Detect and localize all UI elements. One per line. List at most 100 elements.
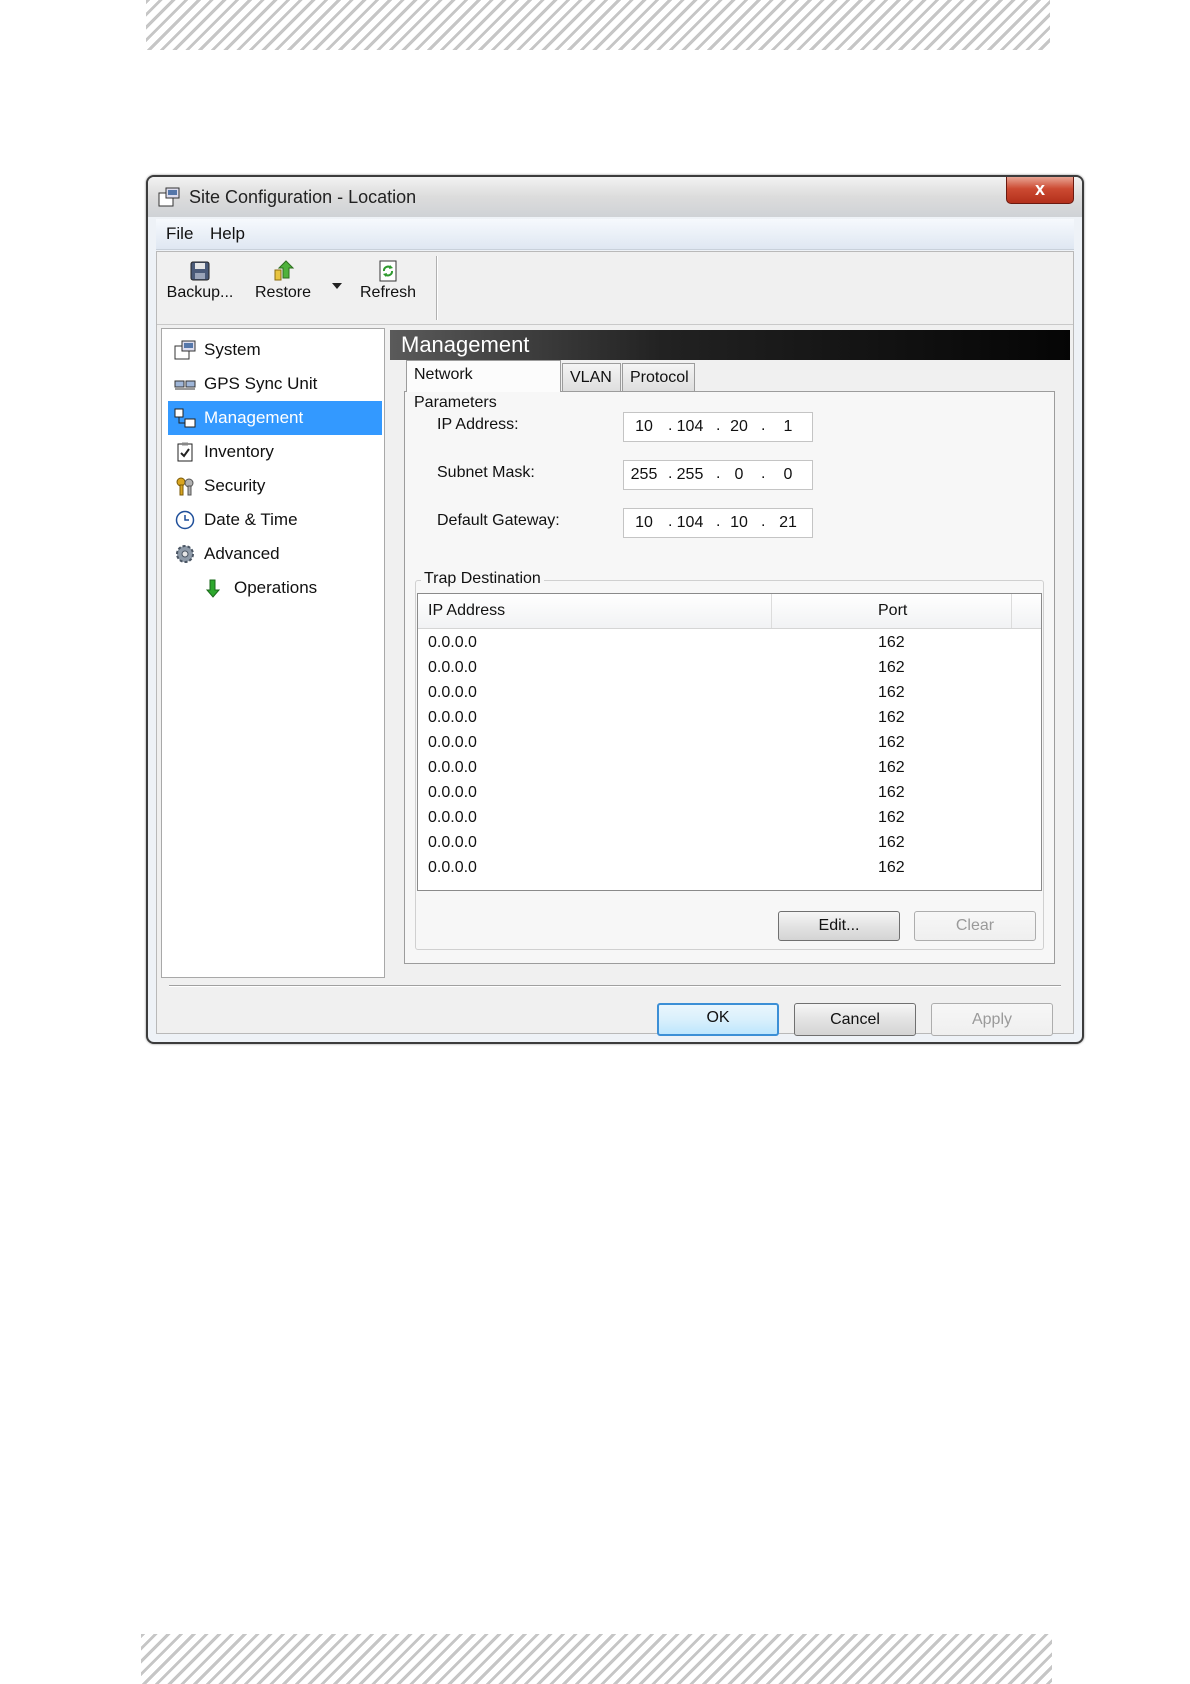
table-row[interactable]: 0.0.0.0 162	[418, 682, 1018, 707]
menu-file[interactable]: File	[166, 224, 193, 244]
trap-destination-table[interactable]: IP Address Port 0.0.0.0 162 0.0.0.0 162 0.…	[417, 593, 1042, 891]
table-row[interactable]: 0.0.0.0 162	[418, 732, 1018, 757]
toolbar-divider	[157, 324, 1073, 325]
page-header-hatch	[146, 0, 1050, 50]
backup-label: Backup...	[166, 284, 234, 301]
column-divider	[1011, 594, 1012, 628]
nav-label: Management	[204, 408, 304, 427]
edit-button[interactable]: Edit...	[778, 911, 900, 941]
ip-octet: 20	[730, 418, 748, 435]
column-header-ip-address[interactable]: IP Address	[428, 602, 505, 620]
table-row[interactable]: 0.0.0.0 162	[418, 632, 1018, 657]
nav-item-security[interactable]: Security	[168, 469, 382, 503]
menu-help[interactable]: Help	[210, 224, 245, 244]
subnet-octet: 0	[734, 466, 744, 483]
table-row[interactable]: 0.0.0.0 162	[418, 832, 1018, 857]
toolbar-separator	[436, 256, 438, 320]
cell-ip: 0.0.0.0	[428, 809, 477, 826]
site-config-icon	[158, 187, 180, 207]
refresh-button[interactable]: Refresh	[353, 260, 423, 302]
cancel-button[interactable]: Cancel	[794, 1003, 916, 1036]
clear-button[interactable]: Clear	[914, 911, 1036, 941]
cell-port: 162	[878, 759, 905, 776]
cell-ip: 0.0.0.0	[428, 759, 477, 776]
subnet-octet: 0	[783, 466, 793, 483]
table-row[interactable]: 0.0.0.0 162	[418, 757, 1018, 782]
close-button[interactable]: x	[1006, 177, 1074, 204]
nav-label: GPS Sync Unit	[204, 374, 318, 393]
cell-ip: 0.0.0.0	[428, 684, 477, 701]
cell-ip: 0.0.0.0	[428, 784, 477, 801]
table-row[interactable]: 0.0.0.0 162	[418, 657, 1018, 682]
floppy-disk-icon	[190, 261, 210, 281]
clock-icon	[175, 510, 195, 530]
gateway-octet: 21	[779, 514, 797, 531]
management-icon	[174, 408, 196, 428]
inventory-icon	[177, 442, 193, 462]
tab-protocol[interactable]: Protocol	[622, 363, 695, 391]
gateway-octet: 10	[635, 514, 653, 531]
tab-vlan[interactable]: VLAN	[562, 363, 621, 391]
menu-bar: File Help	[156, 219, 1074, 250]
table-row[interactable]: 0.0.0.0 162	[418, 857, 1018, 882]
cell-port: 162	[878, 634, 905, 651]
subnet-octet: 255	[630, 466, 658, 483]
dialog-separator	[169, 985, 1061, 987]
column-header-port[interactable]: Port	[878, 602, 907, 620]
page-footer-hatch	[141, 1634, 1052, 1684]
nav-item-management[interactable]: Management	[168, 401, 382, 435]
ok-button[interactable]: OK	[657, 1003, 779, 1036]
cell-port: 162	[878, 684, 905, 701]
gateway-octet: 104	[676, 514, 704, 531]
table-header: IP Address Port	[418, 594, 1041, 629]
cell-port: 162	[878, 709, 905, 726]
cell-ip: 0.0.0.0	[428, 709, 477, 726]
nav-item-inventory[interactable]: Inventory	[168, 435, 382, 469]
cell-port: 162	[878, 834, 905, 851]
cell-port: 162	[878, 809, 905, 826]
navigation-tree: System GPS Sync Unit Management Inventor…	[161, 328, 385, 978]
table-row[interactable]: 0.0.0.0 162	[418, 807, 1018, 832]
ip-address-field[interactable]: 10 . 104 . 20 . 1	[623, 412, 813, 442]
default-gateway-label: Default Gateway:	[437, 512, 560, 529]
toolbar: Backup... Restore Refresh	[157, 252, 1073, 324]
window-title: Site Configuration - Location	[189, 187, 417, 207]
cell-port: 162	[878, 734, 905, 751]
nav-label: Advanced	[204, 544, 280, 563]
subnet-octet: 255	[676, 466, 704, 483]
nav-label: Operations	[234, 578, 318, 597]
table-row[interactable]: 0.0.0.0 162	[418, 782, 1018, 807]
cell-ip: 0.0.0.0	[428, 859, 477, 876]
cell-port: 162	[878, 859, 905, 876]
restore-dropdown-icon[interactable]	[331, 282, 343, 290]
nav-label: Inventory	[204, 442, 274, 461]
table-row[interactable]: 0.0.0.0 162	[418, 707, 1018, 732]
subnet-mask-label: Subnet Mask:	[437, 464, 535, 481]
nav-item-date-time[interactable]: Date & Time	[168, 503, 382, 537]
cell-port: 162	[878, 659, 905, 676]
client-area: Backup... Restore Refresh System GPS Syn…	[156, 251, 1074, 1036]
nav-label: Date & Time	[204, 510, 298, 529]
cell-ip: 0.0.0.0	[428, 659, 477, 676]
cell-port: 162	[878, 784, 905, 801]
restore-label: Restore	[254, 284, 312, 301]
restore-button[interactable]: Restore	[251, 260, 315, 302]
nav-item-operations[interactable]: Operations	[168, 571, 382, 605]
system-icon	[174, 340, 196, 360]
title-bar[interactable]: Site Configuration - Location x	[148, 177, 1082, 217]
ip-address-label: IP Address:	[437, 416, 519, 433]
apply-button[interactable]: Apply	[931, 1003, 1053, 1036]
column-divider	[771, 594, 772, 628]
nav-item-system[interactable]: System	[168, 333, 382, 367]
tab-network-parameters[interactable]: Network Parameters	[406, 360, 561, 411]
nav-item-advanced[interactable]: Advanced	[168, 537, 382, 571]
octet-dot: .	[761, 417, 766, 434]
subnet-mask-field[interactable]: 255 . 255 . 0 . 0	[623, 460, 813, 490]
restore-icon	[274, 260, 295, 281]
security-icon	[176, 477, 194, 496]
nav-item-gps-sync-unit[interactable]: GPS Sync Unit	[168, 367, 382, 401]
nav-label: System	[204, 340, 261, 359]
backup-button[interactable]: Backup...	[165, 260, 235, 302]
cell-ip: 0.0.0.0	[428, 634, 477, 651]
default-gateway-field[interactable]: 10 . 104 . 10 . 21	[623, 508, 813, 538]
